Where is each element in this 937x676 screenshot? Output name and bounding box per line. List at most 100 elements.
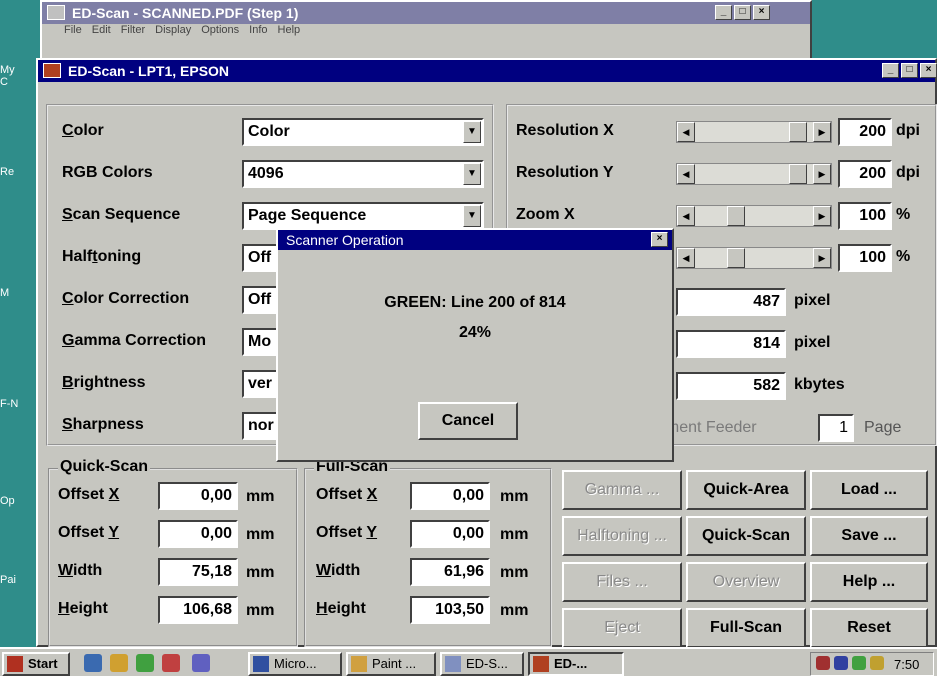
feeder-pages-field[interactable]: 1 [818,414,854,442]
chevron-down-icon[interactable]: ▼ [463,205,481,227]
info-value: 814 [676,330,786,358]
minimize-button[interactable]: _ [882,63,899,78]
resolution-value-field[interactable]: 100 [838,202,892,230]
scan-unit: mm [246,602,275,619]
start-button[interactable]: Start [2,652,70,676]
scroll-thumb[interactable] [789,164,807,184]
action-button[interactable]: Load ... [810,470,928,510]
resolution-value-field[interactable]: 200 [838,160,892,188]
scroll-thumb[interactable] [727,248,745,268]
setting-dropdown[interactable]: Page Sequence ▼ [242,202,484,230]
scroll-left-arrow-icon[interactable]: ◀ [677,248,695,268]
scroll-left-arrow-icon[interactable]: ◀ [677,164,695,184]
resolution-value-field[interactable]: 200 [838,118,892,146]
outer-titlebar[interactable]: ED-Scan - SCANNED.PDF (Step 1) _ □ × [42,2,810,24]
tray-icon[interactable] [834,656,848,670]
scan-unit: mm [246,564,275,581]
desktop-icon-label[interactable]: F-N [0,398,20,410]
tray-icon[interactable] [852,656,866,670]
menu-file[interactable]: File [64,24,82,36]
action-button[interactable]: Help ... [810,562,928,602]
ie-icon[interactable] [84,654,102,672]
task-paint[interactable]: Paint ... [346,652,436,676]
scan-unit: mm [500,488,529,505]
scan-value-field[interactable]: 106,68 [158,596,238,624]
minimize-button[interactable]: _ [715,5,732,20]
scroll-right-arrow-icon[interactable]: ▶ [813,206,831,226]
scan-value-field[interactable]: 0,00 [158,520,238,548]
setting-label: Color [62,122,104,140]
close-button[interactable]: × [753,5,770,20]
scan-value-field[interactable]: 0,00 [410,520,490,548]
task-ed-s[interactable]: ED-S... [440,652,524,676]
label-pre: RGB Colors [62,164,153,181]
scan-value-field[interactable]: 0,00 [158,482,238,510]
info-value: 582 [676,372,786,400]
task-micro[interactable]: Micro... [248,652,342,676]
desktop-icon-label[interactable]: My C [0,64,20,88]
scan-value-field[interactable]: 0,00 [410,482,490,510]
desktop-icon-label[interactable]: Op [0,495,20,507]
channels-icon[interactable] [162,654,180,672]
scan-value-field[interactable]: 75,18 [158,558,238,586]
menu-filter[interactable]: Filter [121,24,145,36]
menu-help[interactable]: Help [278,24,301,36]
label-accel: W [316,562,331,579]
volume-icon[interactable] [870,656,884,670]
outlook-icon[interactable] [110,654,128,672]
setting-dropdown[interactable]: Color ▼ [242,118,484,146]
chevron-down-icon[interactable]: ▼ [463,121,481,143]
scroll-right-arrow-icon[interactable]: ▶ [813,164,831,184]
scroll-right-arrow-icon[interactable]: ▶ [813,122,831,142]
label-accel: B [62,374,74,391]
edscan-icon [445,656,461,672]
scroll-thumb[interactable] [789,122,807,142]
scan-unit: mm [246,526,275,543]
label-pre: Half [62,248,93,265]
dialog-title: Scanner Operation [286,232,404,248]
setting-dropdown[interactable]: 4096 ▼ [242,160,484,188]
menu-display[interactable]: Display [155,24,191,36]
resolution-value-field[interactable]: 100 [838,244,892,272]
task-ed[interactable]: ED-... [528,652,624,676]
label-accel: Y [108,524,120,541]
label-post: eight [69,600,108,617]
label-post: oning [97,248,142,265]
cancel-button[interactable]: Cancel [418,402,518,440]
scan-value-field[interactable]: 61,96 [410,558,490,586]
action-button[interactable]: Reset [810,608,928,648]
tray-icon[interactable] [816,656,830,670]
menu-edit[interactable]: Edit [92,24,111,36]
action-button[interactable]: Full-Scan [686,608,806,648]
label-post: olor Correction [73,290,190,307]
action-button[interactable]: Quick-Area [686,470,806,510]
desktop-icon-label[interactable]: Re [0,166,20,178]
resolution-scrollbar[interactable]: ◀ ▶ [676,205,832,227]
desktop-icon-label[interactable]: M [0,287,20,299]
resolution-scrollbar[interactable]: ◀ ▶ [676,163,832,185]
quicklaunch-icon[interactable] [192,654,210,672]
scan-value-field[interactable]: 103,50 [410,596,490,624]
scroll-thumb[interactable] [727,206,745,226]
start-label: Start [28,656,58,671]
scroll-left-arrow-icon[interactable]: ◀ [677,206,695,226]
close-button[interactable]: × [920,63,937,78]
scroll-right-arrow-icon[interactable]: ▶ [813,248,831,268]
menu-info[interactable]: Info [249,24,267,36]
menu-options[interactable]: Options [201,24,239,36]
maximize-button[interactable]: □ [901,63,918,78]
dialog-titlebar[interactable]: Scanner Operation × [278,230,672,250]
resolution-unit: dpi [896,164,920,181]
resolution-scrollbar[interactable]: ◀ ▶ [676,121,832,143]
desktop-icon[interactable] [136,654,154,672]
label-post: eight [327,600,366,617]
desktop-icon-label[interactable]: Pai [0,574,20,586]
chevron-down-icon[interactable]: ▼ [463,163,481,185]
main-titlebar[interactable]: ED-Scan - LPT1, EPSON _ □ × [38,60,937,82]
action-button[interactable]: Quick-Scan [686,516,806,556]
resolution-scrollbar[interactable]: ◀ ▶ [676,247,832,269]
action-button[interactable]: Save ... [810,516,928,556]
maximize-button[interactable]: □ [734,5,751,20]
dialog-close-button[interactable]: × [651,232,668,247]
scroll-left-arrow-icon[interactable]: ◀ [677,122,695,142]
